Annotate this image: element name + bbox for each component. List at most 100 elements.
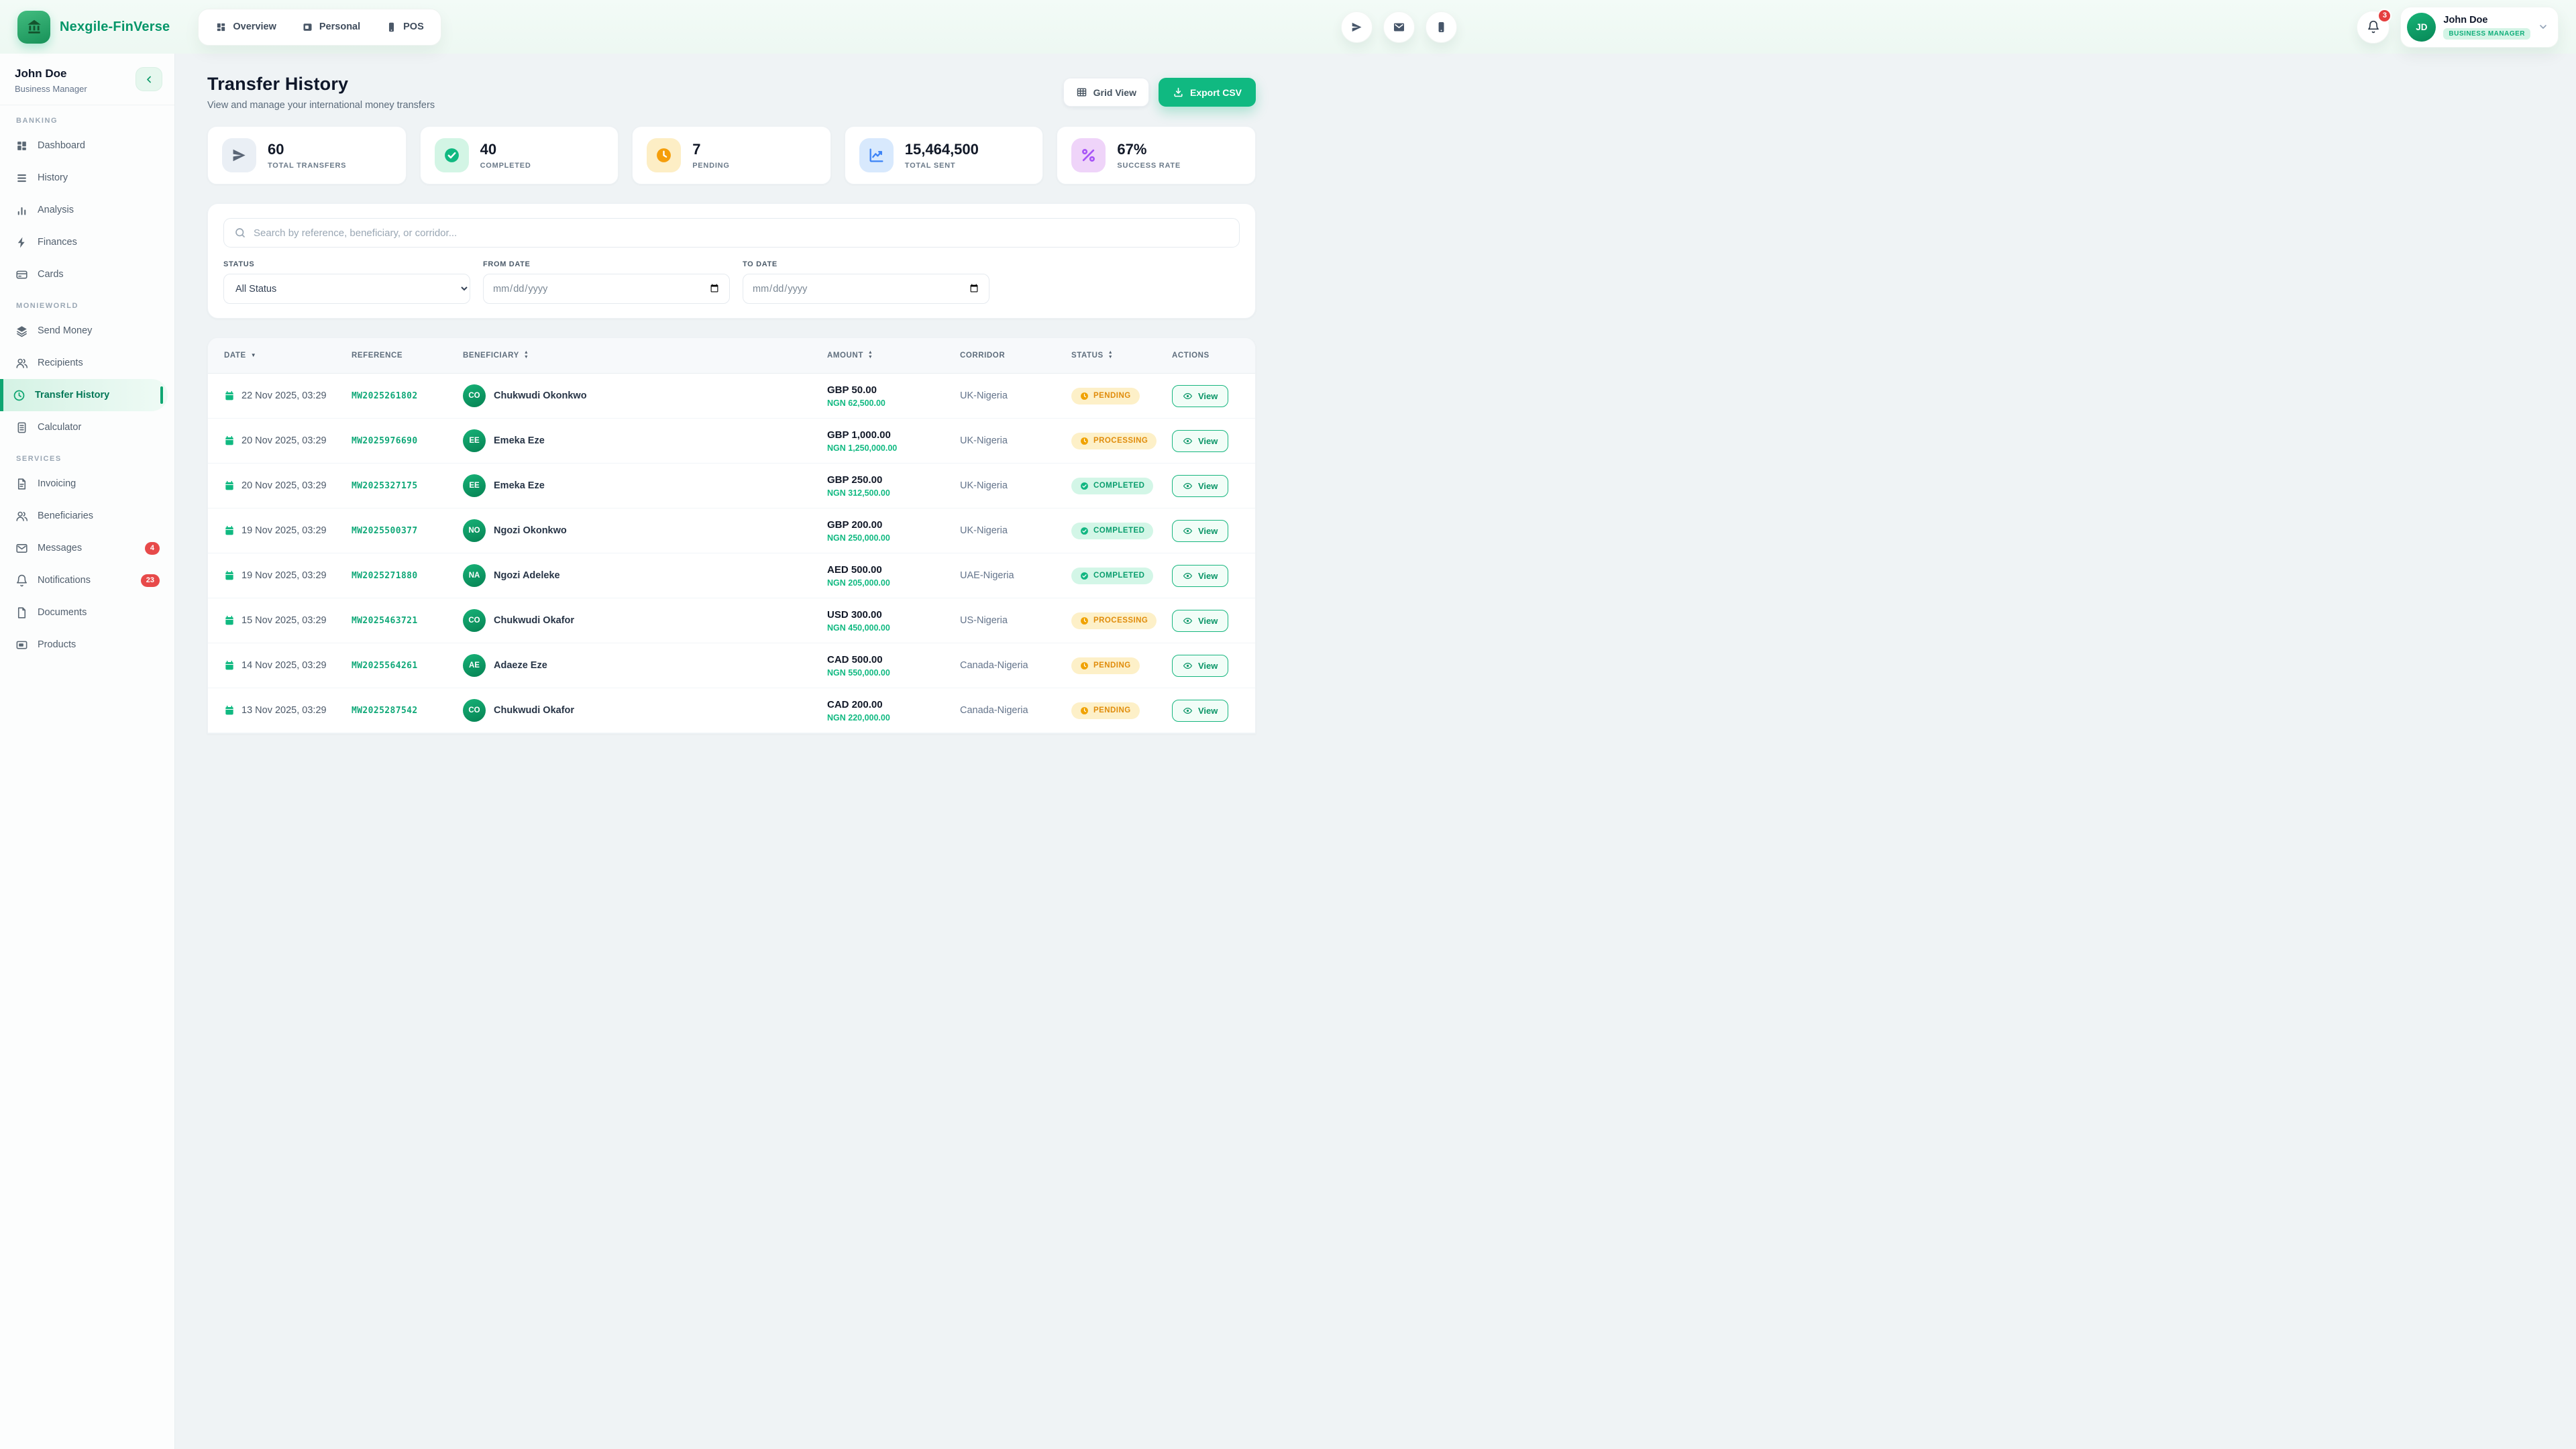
overview-icon <box>215 21 227 33</box>
table-header-row: DATE ▼ REFERENCE BENEFICIARY ▲ ▼ AMOUNT ▲ ▼ CORRI… <box>208 338 1255 374</box>
stat-card-completed: 40 COMPLETED <box>419 126 619 184</box>
view-button[interactable]: View <box>1172 564 1229 587</box>
box-icon <box>15 639 28 651</box>
table-row: 20 Nov 2025, 03:29 MW2025327175 EE Emeka Ez… <box>208 464 1255 508</box>
sidebar-item-finances[interactable]: Finances <box>0 226 174 258</box>
from-date-input[interactable] <box>483 274 730 304</box>
cell-corridor: Canada-Nigeria <box>960 660 1028 671</box>
status-badge: PROCESSING <box>1071 432 1157 449</box>
user-menu[interactable]: JD John Doe BUSINESS MANAGER <box>2400 6 2559 48</box>
grid-icon <box>1076 87 1087 98</box>
sidebar-item-transfer-history[interactable]: Transfer History <box>0 379 168 411</box>
cell-amount-ngn: NGN 250,000.00 <box>827 533 890 543</box>
cell-amount: GBP 200.00 <box>827 519 883 531</box>
avatar: JD <box>2407 12 2436 42</box>
top-nav-label: Overview <box>233 21 276 32</box>
to-date-input[interactable] <box>743 274 989 304</box>
cell-reference: MW2025564261 <box>352 660 418 671</box>
beneficiary-avatar: CO <box>463 384 486 407</box>
status-badge: PENDING <box>1071 702 1140 719</box>
top-header: Nexgile-FinVerse Overview Personal POS 3 J… <box>0 0 2576 54</box>
cell-amount-ngn: NGN 62,500.00 <box>827 398 885 408</box>
export-csv-button[interactable]: Export CSV <box>1158 78 1256 107</box>
table-row: 13 Nov 2025, 03:29 MW2025287542 CO Chukwudi… <box>208 688 1255 733</box>
sidebar-item-messages[interactable]: Messages 4 <box>0 532 174 564</box>
sidebar-item-send-money[interactable]: Send Money <box>0 315 174 347</box>
sidebar-section-title: SERVICES <box>16 455 62 463</box>
cell-reference: MW2025287542 <box>352 705 418 716</box>
column-header-date[interactable]: DATE ▼ <box>224 352 352 360</box>
view-button[interactable]: View <box>1172 429 1229 452</box>
sidebar-item-label: History <box>38 172 68 183</box>
trend-icon <box>859 138 894 172</box>
smartphone-button[interactable] <box>1426 11 1458 43</box>
stat-label: SUCCESS RATE <box>1117 162 1181 170</box>
calendar-icon <box>224 615 235 626</box>
search-input[interactable] <box>254 227 1229 239</box>
column-header-amount[interactable]: AMOUNT ▲ ▼ <box>827 351 960 360</box>
view-button[interactable]: View <box>1172 699 1229 722</box>
view-button[interactable]: View <box>1172 519 1229 542</box>
quick-actions <box>1341 11 1458 43</box>
sidebar-user-name: John Doe <box>15 67 67 80</box>
status-select[interactable]: All Status <box>223 274 470 304</box>
clock-filled-icon <box>1080 661 1089 670</box>
eye-icon <box>1183 436 1193 446</box>
view-button[interactable]: View <box>1172 474 1229 497</box>
sidebar-collapse-button[interactable] <box>136 67 162 91</box>
sidebar-item-notifications[interactable]: Notifications 23 <box>0 564 174 596</box>
stat-value: 7 <box>692 141 701 158</box>
zap-icon <box>15 236 28 249</box>
sidebar-item-dashboard[interactable]: Dashboard <box>0 129 174 162</box>
bell-icon <box>15 574 28 587</box>
stat-label: PENDING <box>692 162 730 170</box>
top-nav-personal[interactable]: Personal <box>292 15 370 40</box>
beneficiary-avatar: EE <box>463 429 486 452</box>
sidebar-item-invoicing[interactable]: Invoicing <box>0 468 174 500</box>
sidebar-section: BANKING Dashboard History Analysis Finances C… <box>0 117 174 290</box>
column-header-beneficiary[interactable]: BENEFICIARY ▲ ▼ <box>463 351 827 360</box>
table-row: 14 Nov 2025, 03:29 MW2025564261 AE Adaeze E… <box>208 643 1255 688</box>
sidebar-item-documents[interactable]: Documents <box>0 596 174 629</box>
to-date-label: TO DATE <box>743 260 777 268</box>
sort-down-icon: ▼ <box>250 352 257 358</box>
view-button[interactable]: View <box>1172 654 1229 677</box>
sidebar-item-cards[interactable]: Cards <box>0 258 174 290</box>
sidebar-section-title: MONIEWORLD <box>16 302 79 310</box>
stat-value: 60 <box>268 141 284 158</box>
grid-view-button[interactable]: Grid View <box>1063 78 1149 107</box>
top-nav-overview[interactable]: Overview <box>205 15 286 40</box>
view-button[interactable]: View <box>1172 384 1229 407</box>
sidebar-item-calculator[interactable]: Calculator <box>0 411 174 443</box>
user-role-badge: BUSINESS MANAGER <box>2443 28 2530 40</box>
top-nav-pos[interactable]: POS <box>376 15 434 40</box>
view-button[interactable]: View <box>1172 609 1229 632</box>
credit-card-icon <box>15 268 28 281</box>
sidebar-badge: 4 <box>144 541 160 555</box>
sidebar: John Doe Business Manager BANKING Dashboa… <box>0 54 175 1449</box>
sidebar-item-recipients[interactable]: Recipients <box>0 347 174 379</box>
eye-icon <box>1183 661 1193 671</box>
from-date-label: FROM DATE <box>483 260 531 268</box>
sidebar-item-label: Analysis <box>38 205 74 215</box>
brand[interactable]: Nexgile-FinVerse <box>17 10 170 44</box>
cell-corridor: Canada-Nigeria <box>960 705 1028 716</box>
column-header-corridor: CORRIDOR <box>960 352 1006 360</box>
sidebar-item-analysis[interactable]: Analysis <box>0 194 174 226</box>
cell-reference: MW2025261802 <box>352 390 418 401</box>
stat-label: COMPLETED <box>480 162 531 170</box>
mail-button[interactable] <box>1383 11 1415 43</box>
notifications-button[interactable]: 3 <box>2357 8 2392 44</box>
chevron-left-icon <box>144 74 154 85</box>
sidebar-item-products[interactable]: Products <box>0 629 174 661</box>
column-header-status[interactable]: STATUS ▲ ▼ <box>1071 351 1172 360</box>
sidebar-item-beneficiaries[interactable]: Beneficiaries <box>0 500 174 532</box>
export-csv-label: Export CSV <box>1189 87 1242 98</box>
send-button[interactable] <box>1341 11 1373 43</box>
smartphone-icon <box>1435 21 1448 34</box>
beneficiary-avatar: CO <box>463 699 486 722</box>
cell-date: 20 Nov 2025, 03:29 <box>241 435 327 446</box>
sidebar-item-history[interactable]: History <box>0 162 174 194</box>
clock-icon <box>12 389 25 402</box>
column-header-reference: REFERENCE <box>352 352 403 360</box>
